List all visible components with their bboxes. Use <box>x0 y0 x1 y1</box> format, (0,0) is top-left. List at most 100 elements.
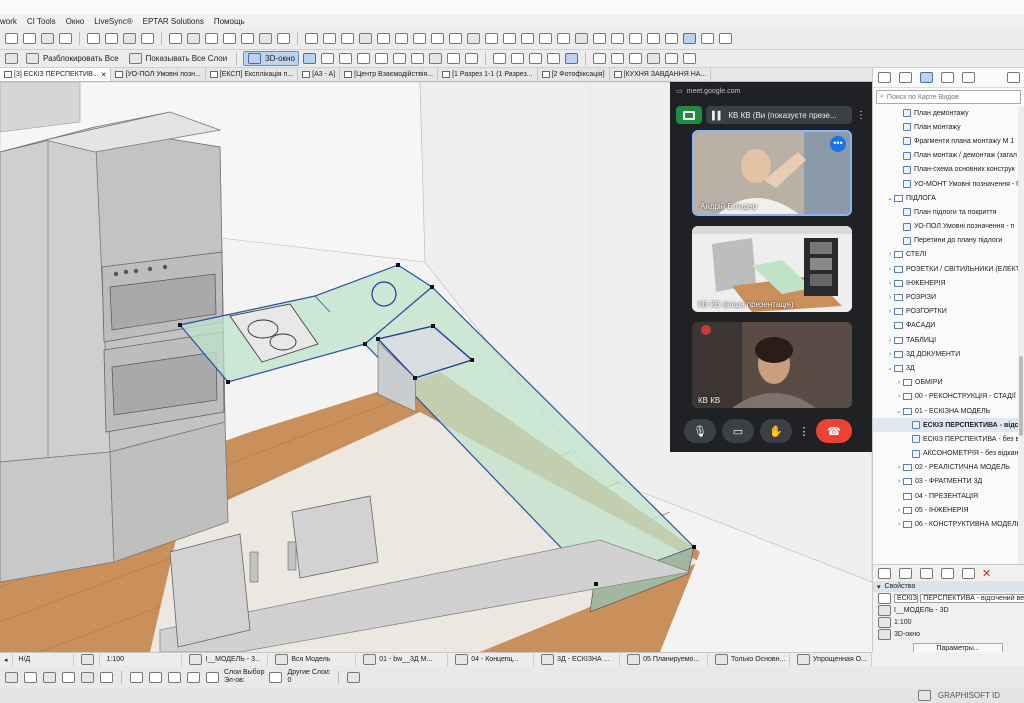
present-screen-button[interactable] <box>676 106 702 124</box>
menu-window[interactable]: Окно <box>66 17 85 26</box>
tree-folder[interactable]: ⌄ ПІДЛОГА <box>873 191 1024 205</box>
expand-arrow-icon[interactable]: › <box>886 337 894 344</box>
fit-icon[interactable] <box>410 53 424 64</box>
tab-a3[interactable]: [A3 - A] <box>298 68 341 81</box>
tree-folder[interactable]: ФАСАДИ <box>873 319 1024 333</box>
expand-arrow-icon[interactable]: ⌄ <box>886 364 894 372</box>
layer-select-icon[interactable] <box>206 671 219 683</box>
open-icon[interactable] <box>5 33 18 44</box>
filter-icon[interactable] <box>546 53 560 64</box>
eptar-icon-3[interactable] <box>341 33 354 44</box>
microphone-button[interactable]: 🎙 <box>684 419 716 443</box>
expand-arrow-icon[interactable]: › <box>886 308 894 315</box>
other-layers-icon[interactable] <box>269 671 283 683</box>
measure-icon[interactable] <box>81 671 94 683</box>
eptar-icon-7[interactable] <box>413 33 426 44</box>
tab-uo-pol[interactable]: [УО-ПОЛ Умовні позн... <box>111 68 206 81</box>
tree-view-item[interactable]: УО-МОНТ Умовні позначення - б <box>873 177 1024 191</box>
expand-arrow-icon[interactable]: › <box>886 266 894 273</box>
eptar-icon-4[interactable] <box>359 33 372 44</box>
teamwork-icon[interactable] <box>277 33 290 44</box>
offset-icon[interactable] <box>149 671 162 683</box>
camera-button[interactable]: ▭ <box>722 419 754 443</box>
save-icon[interactable] <box>23 33 36 44</box>
cursor-icon[interactable] <box>24 671 37 683</box>
eptar-icon[interactable] <box>305 33 318 44</box>
rotate-icon[interactable] <box>187 671 200 683</box>
grid-icon[interactable] <box>205 33 218 44</box>
tree-folder[interactable]: › ІНЖЕНЕРІЯ <box>873 276 1024 290</box>
navigator-scrollbar[interactable] <box>1018 106 1024 604</box>
guide-lines-icon[interactable] <box>100 671 113 683</box>
graphic-override-field[interactable]: 3Д - ЕСКІЗНА ... <box>536 653 621 666</box>
snap-icon[interactable] <box>223 33 236 44</box>
orbit-icon[interactable] <box>338 53 352 64</box>
unlock-all-button[interactable]: Разблокировать Все <box>22 52 122 65</box>
eptar-icon-14[interactable] <box>539 33 552 44</box>
tree-view-item[interactable]: План монтаж / демонтаж (загал <box>873 149 1024 163</box>
ruler-icon[interactable] <box>259 33 272 44</box>
sidebar-icon[interactable] <box>719 33 732 44</box>
menu-help[interactable]: Помощь <box>214 17 245 26</box>
tree-folder[interactable]: › ТАБЛИЦІ <box>873 333 1024 347</box>
new-view-icon[interactable] <box>878 567 891 579</box>
tree-folder[interactable]: 04 - ПРЕЗЕНТАЦІЯ <box>873 489 1024 503</box>
eye-icon[interactable] <box>682 53 696 64</box>
shadow-icon[interactable] <box>528 53 542 64</box>
tree-view-item[interactable]: УО-ПОЛ Умовні позначення - п <box>873 220 1024 234</box>
participant-tile[interactable]: КВ КВ (ваша презентація) <box>692 226 852 312</box>
more-icon[interactable]: ••• <box>830 136 846 152</box>
tab-perspective[interactable]: [3] ЕСКІЗ ПЕРСПЕКТИВ... ✕ <box>0 68 112 81</box>
view-name-field[interactable]: ПЕРСПЕКТИВА - відсічений верх <box>920 593 1024 603</box>
eptar-icon-11[interactable] <box>485 33 498 44</box>
materials-icon[interactable] <box>510 53 524 64</box>
tree-folder[interactable]: › ОБМІРИ <box>873 376 1024 390</box>
tree-folder[interactable]: › РОЗРІЗИ <box>873 290 1024 304</box>
tree-folder[interactable]: › 06 - КОНСТРУКТИВНА МОДЕЛЬ <box>873 517 1024 531</box>
display-icon[interactable] <box>664 53 678 64</box>
eptar-icon-15[interactable] <box>557 33 570 44</box>
tab-photo[interactable]: [2 Фотофіксація] <box>538 68 610 81</box>
tree-folder[interactable]: › СТЕЛІ <box>873 248 1024 262</box>
wall-tool-icon[interactable] <box>123 33 136 44</box>
eptar-icon-2[interactable] <box>323 33 336 44</box>
style-icon[interactable] <box>492 53 506 64</box>
trace-icon[interactable] <box>241 33 254 44</box>
explode-icon[interactable] <box>446 53 460 64</box>
home-icon[interactable] <box>683 33 696 44</box>
new-folder-icon[interactable] <box>899 567 912 579</box>
more-options-icon[interactable]: ⋮ <box>856 110 866 121</box>
zoom-icon[interactable] <box>374 53 388 64</box>
delete-icon[interactable]: ✕ <box>982 567 991 580</box>
render-icon[interactable] <box>610 53 624 64</box>
expand-arrow-icon[interactable]: › <box>895 379 903 386</box>
tree-view-item[interactable]: План-схема основних конструк <box>873 163 1024 177</box>
scale-field[interactable]: 1:100 <box>102 653 183 666</box>
view-map-icon[interactable] <box>920 72 933 83</box>
tree-folder[interactable]: › 00 - РЕКОНСТРУКЦІЯ - СТАДІЇ <box>873 390 1024 404</box>
expand-arrow-icon[interactable]: › <box>895 478 903 485</box>
section-icon[interactable] <box>428 53 442 64</box>
menu-ci-tools[interactable]: CI Tools <box>27 17 56 26</box>
expand-arrow-icon[interactable]: › <box>895 521 903 528</box>
tree-folder[interactable]: ⌄ 3Д <box>873 361 1024 375</box>
pen-set-field[interactable]: 01 - bw__3Д М... <box>358 653 449 666</box>
expand-arrow-icon[interactable]: › <box>886 351 894 358</box>
eptar-icon-21[interactable] <box>665 33 678 44</box>
search-input[interactable]: ⌕ Поиск по Карте Видов <box>876 90 1021 104</box>
tree-folder[interactable]: › 03 - ФРАГМЕНТИ 3Д <box>873 475 1024 489</box>
undo-icon[interactable] <box>59 33 72 44</box>
tree-view-item[interactable]: План демонтажу <box>873 106 1024 120</box>
menu-eptar[interactable]: EPTAR Solutions <box>143 17 204 26</box>
end-call-button[interactable]: ☎ <box>816 419 852 443</box>
expand-arrow-icon[interactable]: › <box>895 393 903 400</box>
cut-plane-icon[interactable] <box>320 53 334 64</box>
publisher-icon[interactable] <box>962 72 975 83</box>
tree-view-item[interactable]: ЕСКІЗ ПЕРСПЕКТИВА - відсі <box>873 418 1024 433</box>
eptar-icon-20[interactable] <box>647 33 660 44</box>
structure-field[interactable]: Только Основн... <box>710 653 791 666</box>
camera-icon[interactable] <box>592 53 606 64</box>
eptar-icon-8[interactable] <box>431 33 444 44</box>
window-3d-button[interactable]: 3D-окно <box>243 51 299 66</box>
nav-arrows[interactable]: ◂ <box>0 653 13 666</box>
